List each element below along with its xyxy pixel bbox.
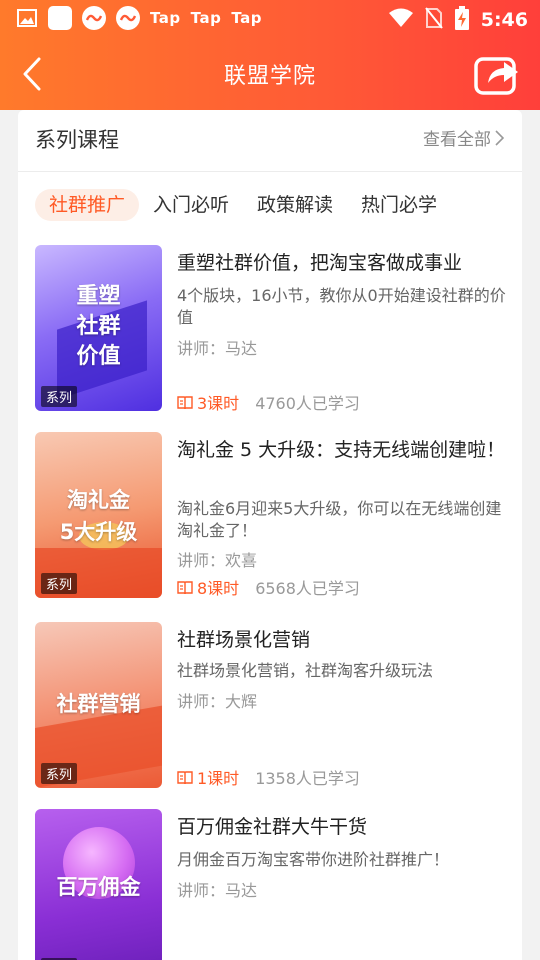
lesson-count-label: 3课时 [197, 394, 240, 413]
lesson-count: 1课时 [177, 765, 239, 789]
tap-notification: Tap [231, 9, 263, 27]
course-title: 淘礼金 5 大升级：支持无线端创建啦！ [177, 439, 506, 461]
view-all-label: 查看全部 [423, 130, 491, 150]
series-badge: 系列 [41, 573, 78, 594]
thumb-text: 5大升级 [59, 520, 138, 544]
course-teacher: 讲师：欢喜 [177, 551, 258, 570]
book-icon [177, 580, 193, 594]
course-teacher: 讲师：大辉 [177, 692, 258, 711]
share-button[interactable] [474, 52, 522, 96]
tab-popular[interactable]: 热门必学 [347, 189, 451, 221]
chevron-right-icon [495, 129, 504, 146]
series-badge: 系列 [41, 763, 78, 784]
course-title: 重塑社群价值，把淘宝客做成事业 [177, 252, 463, 274]
tab-community-promotion[interactable]: 社群推广 [35, 189, 140, 221]
lesson-count-label: 1课时 [197, 769, 240, 788]
lesson-count: 8课时 [177, 575, 239, 599]
gallery-notification-icon [16, 7, 38, 29]
page-title: 联盟学院 [223, 64, 316, 89]
section-header: 系列课程 查看全部 [18, 110, 522, 172]
course-item[interactable]: 百万佣金 系列 百万佣金社群大牛干货 月佣金百万淘宝客带你进阶社群推广！ 讲师：… [35, 809, 505, 960]
view-all-link[interactable]: 查看全部 [423, 125, 504, 150]
battery-charging-icon [454, 6, 469, 34]
course-description: 社群场景化营销，社群淘客升级玩法 [177, 661, 434, 680]
course-title: 百万佣金社群大牛干货 [177, 816, 368, 838]
course-teacher: 讲师：马达 [177, 881, 258, 900]
thumb-text: 社群营销 [56, 692, 141, 716]
tab-policy-interpretation[interactable]: 政策解读 [243, 189, 347, 221]
thumb-text: 价值 [76, 344, 121, 369]
section-title: 系列课程 [35, 128, 119, 152]
course-thumbnail: 重塑 社群 价值 系列 [35, 245, 162, 411]
nav-bar: 联盟学院 [0, 40, 540, 108]
course-meta: 3课时 4760人已学习 [177, 390, 360, 414]
thumb-text: 社群 [76, 314, 121, 339]
app-notification-icon [48, 6, 72, 30]
course-title: 社群场景化营销 [177, 629, 311, 651]
course-thumbnail: 淘礼金 5大升级 系列 [35, 432, 162, 598]
book-icon [177, 770, 193, 784]
tab-getting-started[interactable]: 入门必听 [139, 189, 243, 221]
learner-count: 1358人已学习 [255, 769, 360, 788]
series-course-card: 系列课程 查看全部 社群推广 入门必听 政策解读 热门必学 重塑 社群 价值 系… [18, 110, 522, 960]
course-description: 4个版块，16小节，教你从0开始建设社群的价值 [177, 286, 506, 327]
course-item[interactable]: 重塑 社群 价值 系列 重塑社群价值，把淘宝客做成事业 4个版块，16小节，教你… [35, 245, 506, 415]
tap-notification: Tap [150, 9, 181, 27]
thumb-text: 重塑 [76, 284, 121, 309]
clock: 5:46 [480, 9, 528, 31]
course-item[interactable]: 社群营销 系列 社群场景化营销 社群场景化营销，社群淘客升级玩法 讲师：大辉 1… [35, 622, 505, 792]
series-badge: 系列 [41, 386, 78, 407]
book-icon [177, 395, 193, 409]
learner-count: 6568人已学习 [255, 579, 360, 598]
course-thumbnail: 百万佣金 系列 [35, 809, 162, 960]
course-description: 淘礼金6月迎来5大升级，你可以在无线端创建淘礼金了！ [177, 499, 502, 540]
status-bar: Tap Tap Tap 5:46 [0, 0, 540, 38]
wifi-icon [388, 8, 413, 32]
cn-app-notification-icon-2 [116, 6, 140, 30]
app-header: Tap Tap Tap 5:46 联盟学院 [0, 0, 540, 110]
course-meta: 1课时 1358人已学习 [177, 765, 360, 789]
learner-count: 4760人已学习 [255, 394, 360, 413]
course-teacher: 讲师：马达 [177, 339, 258, 358]
course-description: 月佣金百万淘宝客带你进阶社群推广！ [177, 850, 450, 869]
category-tabs: 社群推广 入门必听 政策解读 热门必学 [35, 188, 451, 222]
no-sim-icon [424, 7, 443, 33]
cn-app-notification-icon [82, 6, 106, 30]
lesson-count-label: 8课时 [197, 579, 240, 598]
lesson-count: 3课时 [177, 390, 239, 414]
thumb-text: 淘礼金 [67, 488, 130, 512]
course-thumbnail: 社群营销 系列 [35, 622, 162, 788]
tap-notification: Tap [190, 9, 222, 27]
course-item[interactable]: 淘礼金 5大升级 系列 淘礼金 5 大升级：支持无线端创建啦！ 淘礼金6月迎来5… [35, 432, 505, 602]
course-meta: 8课时 6568人已学习 [177, 575, 360, 599]
thumb-text: 百万佣金 [56, 875, 141, 899]
share-icon [474, 57, 518, 95]
